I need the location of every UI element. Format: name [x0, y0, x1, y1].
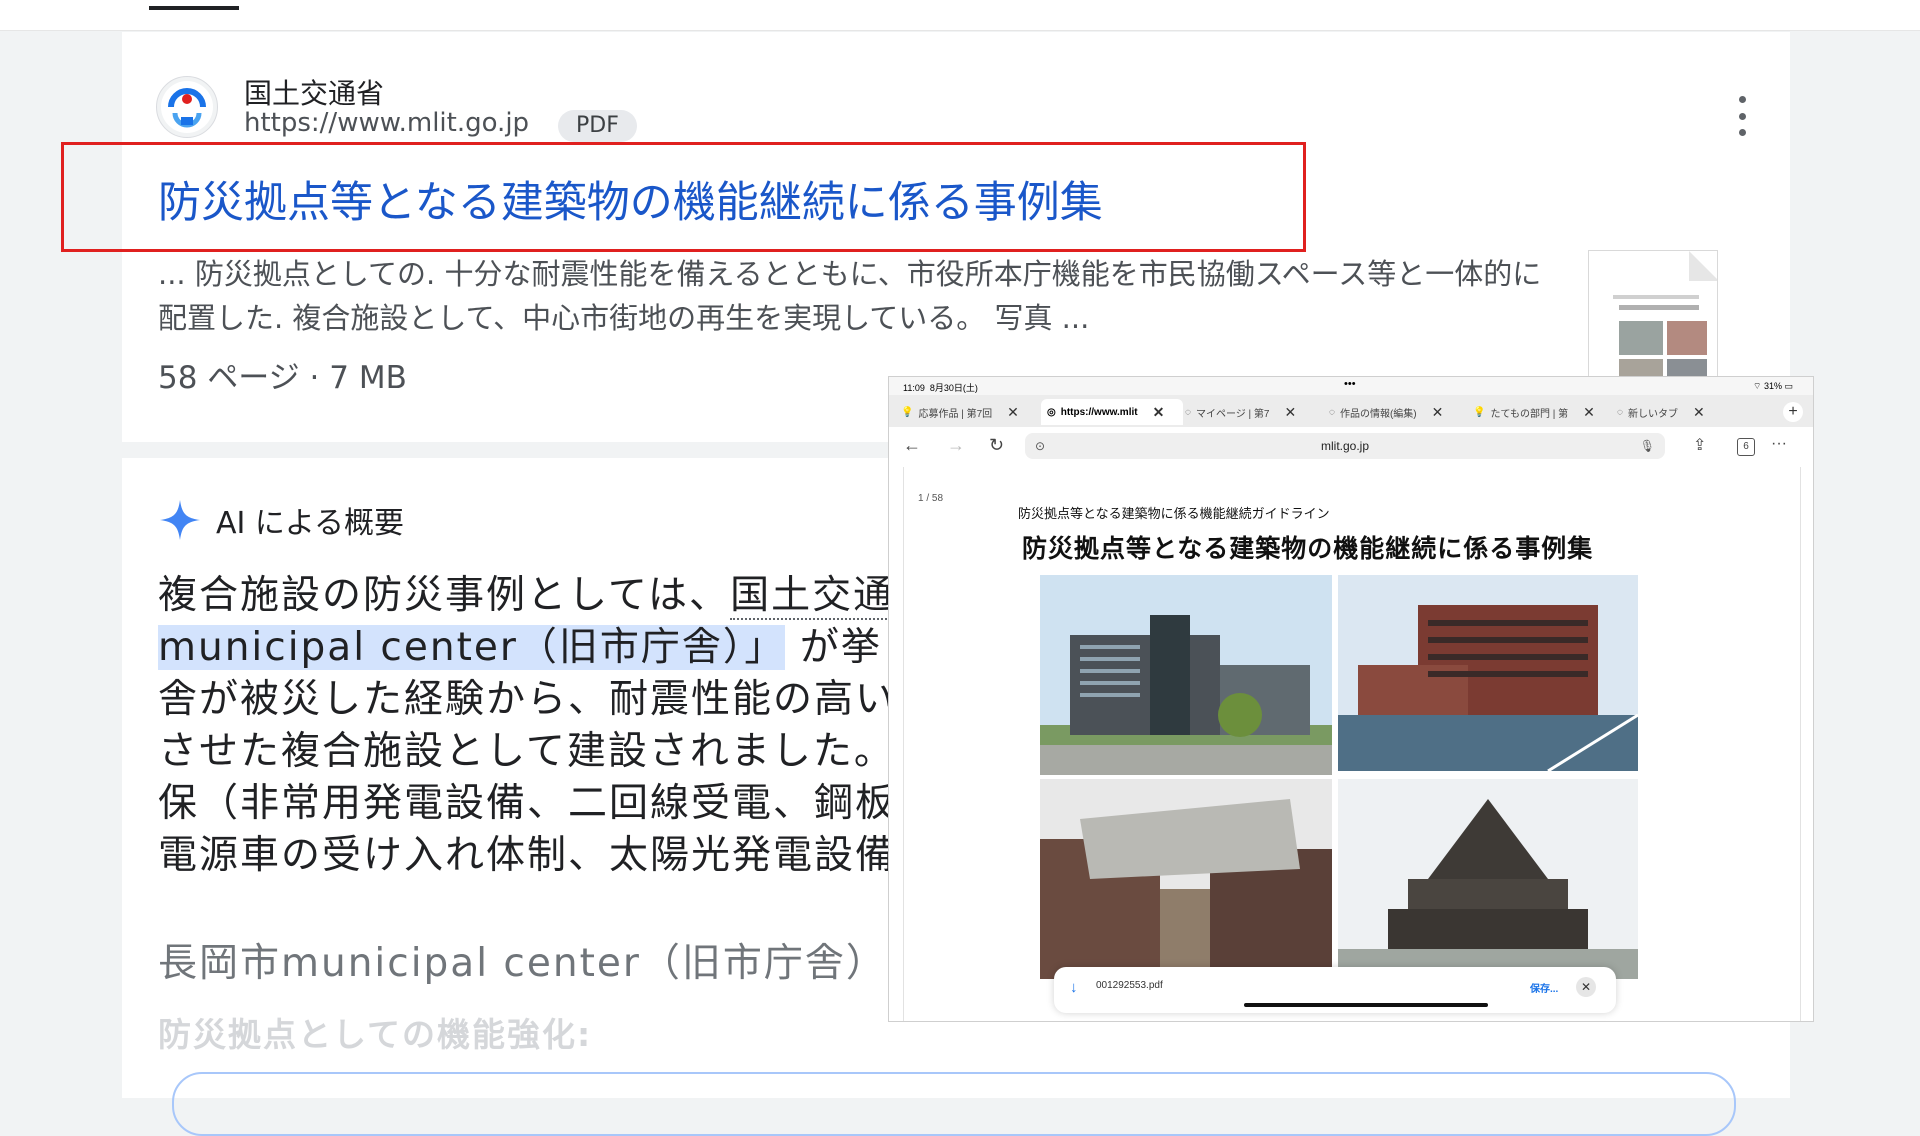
tab-favicon-icon: ◎	[1047, 406, 1056, 418]
site-url[interactable]: https://www.mlit.go.jp	[244, 108, 529, 138]
plus-icon[interactable]: +	[1783, 402, 1803, 422]
tab-favicon-icon: 💡	[1473, 406, 1486, 418]
building-photo-1	[1040, 575, 1332, 775]
status-time: 11:09	[903, 383, 925, 393]
download-icon: ↓	[1070, 979, 1078, 996]
browser-tab-active[interactable]: ◎ https://www.mlit ✕	[1041, 399, 1183, 425]
tab-favicon-icon: 💡	[901, 406, 914, 418]
mic-icon[interactable]: 🎙	[1640, 433, 1655, 459]
page-indicator: 1 / 58	[918, 493, 944, 504]
building-photo-3	[1040, 779, 1332, 979]
status-bar: 11:09 8月30日(土) ••• ⌔ 31% ▭	[889, 377, 1813, 395]
result-title-link[interactable]: 防災拠点等となる建築物の機能継続に係る事例集	[158, 168, 1103, 230]
result-snippet: ... 防災拠点としての. 十分な耐震性能を備えるとともに、市役所本庁機能を市民…	[158, 257, 1542, 335]
result-meta: 58 ページ · 7 MB	[158, 360, 407, 396]
tab-count-button[interactable]: 6	[1737, 438, 1755, 456]
pdf-title: 防災拠点等となる建築物の機能継続に係る事例集	[1022, 535, 1594, 563]
download-filename: 001292553.pdf	[1096, 980, 1163, 991]
tab-favicon-icon: ◌	[1185, 406, 1191, 418]
building-photo-2	[1338, 575, 1638, 771]
tablet-screenshot-inset: 11:09 8月30日(土) ••• ⌔ 31% ▭ 💡 応募作品 | 第7回 ✕ …	[888, 376, 1814, 1022]
browser-toolbar: ← → ↻ ⊙ mlit.go.jp 🎙 ⇪ 6 ···	[889, 427, 1813, 465]
mlit-favicon-icon	[156, 76, 218, 138]
pdf-badge: PDF	[558, 110, 637, 142]
reload-icon[interactable]: ↻	[989, 435, 1004, 456]
site-name[interactable]: 国土交通省	[244, 72, 384, 112]
ai-highlighted-phrase[interactable]: municipal center（旧市庁舎）」	[158, 625, 786, 670]
close-icon[interactable]: ✕	[1576, 977, 1596, 997]
browser-tab-3[interactable]: ◌ マイページ | 第7 ✕	[1185, 399, 1315, 425]
home-indicator[interactable]	[1244, 1003, 1488, 1007]
close-icon[interactable]: ✕	[1583, 404, 1595, 421]
close-icon[interactable]: ✕	[1432, 404, 1444, 421]
reader-icon[interactable]: ⊙	[1035, 433, 1045, 459]
pdf-viewer: 1 / 58 防災拠点等となる建築物に係る機能継続ガイドライン 防災拠点等となる…	[903, 467, 1801, 1021]
tab-favicon-icon: ◌	[1329, 406, 1335, 418]
ai-overview-heading: AI による概要	[158, 498, 404, 542]
ai-show-more-pill[interactable]	[172, 1072, 1736, 1136]
tab-favicon-icon: ◌	[1617, 406, 1623, 418]
battery-indicator: ⌔ 31% ▭	[1752, 381, 1793, 391]
ai-source-link[interactable]: 国土交通	[730, 573, 895, 620]
pdf-subtitle: 防災拠点等となる建築物に係る機能継続ガイドライン	[1018, 506, 1330, 521]
address-text: mlit.go.jp	[1320, 439, 1370, 453]
more-vert-icon[interactable]	[1730, 96, 1754, 136]
battery-icon: ▭	[1784, 381, 1793, 391]
save-button[interactable]: 保存...	[1530, 980, 1558, 995]
browser-tab-1[interactable]: 💡 応募作品 | 第7回 ✕	[901, 399, 1031, 425]
ai-overview-label: AI による概要	[216, 506, 405, 541]
sparkle-icon	[160, 500, 200, 540]
browser-tab-bar: 💡 応募作品 | 第7回 ✕ ◎ https://www.mlit ✕ ◌ マイページ |…	[889, 395, 1813, 427]
top-bar	[0, 0, 1920, 31]
browser-tab-new[interactable]: ◌ 新しいタブ ✕	[1617, 399, 1767, 425]
forward-icon[interactable]: →	[947, 435, 965, 456]
ai-faded-text: 防災拠点としての機能強化:	[158, 1015, 593, 1054]
building-photo-4	[1338, 779, 1638, 979]
back-icon[interactable]: ←	[903, 435, 921, 456]
more-icon[interactable]: ···	[1771, 435, 1787, 453]
wifi-icon: ⌔	[1752, 381, 1762, 391]
address-bar[interactable]: ⊙ mlit.go.jp 🎙	[1025, 433, 1665, 459]
close-icon[interactable]: ✕	[1007, 404, 1019, 421]
close-icon[interactable]: ✕	[1284, 404, 1296, 421]
ai-subheading: 長岡市municipal center（旧市庁舎）	[158, 941, 887, 986]
share-icon[interactable]: ⇪	[1693, 435, 1706, 455]
close-icon[interactable]: ✕	[1693, 404, 1705, 421]
close-icon[interactable]: ✕	[1153, 404, 1165, 421]
browser-tab-5[interactable]: 💡 たてもの部門 | 第 ✕	[1473, 399, 1603, 425]
browser-tab-4[interactable]: ◌ 作品の情報(編集) ✕	[1329, 399, 1459, 425]
status-dots[interactable]: •••	[1344, 378, 1356, 390]
status-date: 8月30日(土)	[929, 383, 978, 393]
active-tab-indicator	[149, 6, 239, 10]
